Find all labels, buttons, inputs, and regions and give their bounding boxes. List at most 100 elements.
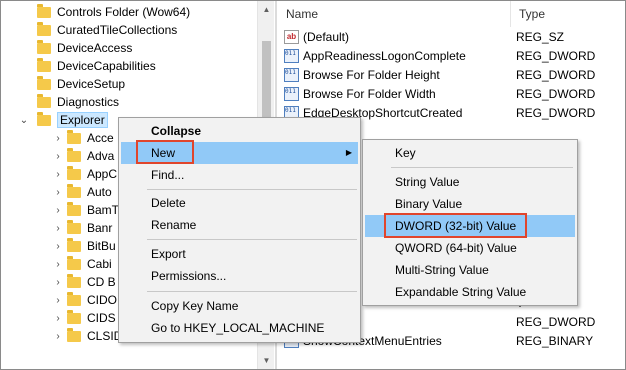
value-name-cell: 011 110 Browse For Folder Width — [284, 86, 436, 101]
menu-item-label: Rename — [151, 218, 197, 232]
menu-separator — [391, 167, 573, 168]
value-type: REG_DWORD — [516, 67, 596, 82]
tree-item-child[interactable]: › CLSID — [53, 327, 122, 345]
menu-item-rename[interactable]: Rename — [121, 214, 358, 236]
column-header-type[interactable]: Type — [510, 1, 624, 27]
chevron-right-icon[interactable]: › — [53, 277, 63, 288]
menu-separator — [147, 239, 357, 240]
chevron-right-icon[interactable]: › — [53, 187, 63, 198]
menu-item-label: Expandable String Value — [395, 285, 527, 299]
tree-item-controls-folder-wow64[interactable]: Controls Folder (Wow64) — [37, 3, 190, 21]
tree-item-child[interactable]: › AppC — [53, 165, 117, 183]
value-row[interactable]: ab (Default) REG_SZ — [278, 27, 624, 46]
tree-item-label: DeviceCapabilities — [57, 59, 156, 73]
tree-item-child[interactable]: › Banr — [53, 219, 112, 237]
chevron-right-icon[interactable]: › — [53, 241, 63, 252]
folder-icon — [67, 291, 81, 306]
folder-icon — [67, 129, 81, 144]
submenu-item-multi-string-value[interactable]: Multi-String Value — [365, 259, 575, 281]
value-name: Browse For Folder Width — [303, 86, 436, 101]
chevron-right-icon[interactable]: › — [53, 313, 63, 324]
tree-item-child[interactable]: › BitBu — [53, 237, 116, 255]
chevron-right-icon[interactable]: › — [53, 295, 63, 306]
value-name-cell: 011 110 AppReadinessLogonComplete — [284, 48, 466, 63]
folder-icon — [67, 309, 81, 324]
folder-icon — [67, 255, 81, 270]
column-header-name[interactable]: Name — [278, 1, 510, 27]
menu-item-label: Multi-String Value — [395, 263, 489, 277]
folder-icon — [37, 111, 51, 126]
tree-item-devicesetup[interactable]: DeviceSetup — [37, 75, 125, 93]
tree-item-child[interactable]: › Acce — [53, 129, 114, 147]
submenu-item-binary-value[interactable]: Binary Value — [365, 193, 575, 215]
folder-icon — [67, 219, 81, 234]
chevron-right-icon[interactable]: › — [53, 205, 63, 216]
chevron-down-icon[interactable]: ⌄ — [19, 115, 29, 126]
tree-item-label: BitBu — [87, 239, 116, 253]
tree-item-explorer[interactable]: Explorer — [37, 111, 108, 129]
folder-icon — [37, 57, 51, 72]
menu-item-label: Collapse — [151, 124, 202, 138]
menu-item-label: Export — [151, 247, 186, 261]
chevron-right-icon[interactable]: › — [53, 331, 63, 342]
tree-item-label: Banr — [87, 221, 113, 235]
chevron-right-icon[interactable]: › — [53, 151, 63, 162]
tree-item-child[interactable]: › Auto — [53, 183, 112, 201]
tree-item-deviceaccess[interactable]: DeviceAccess — [37, 39, 132, 57]
menu-item-delete[interactable]: Delete — [121, 192, 358, 214]
expander-explorer[interactable]: ⌄ — [19, 111, 29, 129]
menu-item-go-to-hklm[interactable]: Go to HKEY_LOCAL_MACHINE — [121, 317, 358, 339]
menu-item-label: Find... — [151, 168, 185, 182]
chevron-right-icon[interactable]: › — [53, 133, 63, 144]
submenu-item-expandable-string-value[interactable]: Expandable String Value — [365, 281, 575, 303]
menu-separator — [147, 189, 357, 190]
menu-item-copy-key-name[interactable]: Copy Key Name — [121, 295, 358, 317]
scroll-down-arrow-icon[interactable]: ▼ — [258, 352, 275, 369]
value-row[interactable]: 011 110 AppReadinessLogonComplete REG_DWOR… — [278, 46, 624, 65]
value-type: REG_DWORD — [516, 48, 596, 63]
tree-item-devicecapabilities[interactable]: DeviceCapabilities — [37, 57, 156, 75]
scroll-up-arrow-icon[interactable]: ▲ — [258, 1, 275, 18]
submenu-item-string-value[interactable]: String Value — [365, 171, 575, 193]
value-name-cell: 011 110 Browse For Folder Height — [284, 67, 440, 82]
folder-icon — [37, 3, 51, 18]
tree-item-label: Adva — [87, 149, 115, 163]
annotation-highlight-dword — [384, 213, 527, 238]
folder-icon — [67, 183, 81, 198]
tree-item-label: Controls Folder (Wow64) — [57, 5, 191, 19]
menu-item-collapse[interactable]: Collapse — [121, 120, 358, 142]
tree-item-child[interactable]: › Adva — [53, 147, 114, 165]
folder-icon — [67, 237, 81, 252]
tree-item-diagnostics[interactable]: Diagnostics — [37, 93, 119, 111]
chevron-right-icon[interactable]: › — [53, 169, 63, 180]
tree-item-child[interactable]: › CD B — [53, 273, 116, 291]
menu-item-permissions[interactable]: Permissions... — [121, 265, 358, 287]
folder-icon — [37, 75, 51, 90]
value-row[interactable]: 011 110 Browse For Folder Width REG_DWORD — [278, 84, 624, 103]
tree-item-label: AppC — [87, 167, 118, 181]
tree-item-curatedtilecollections[interactable]: CuratedTileCollections — [37, 21, 177, 39]
value-type: REG_DWORD — [516, 86, 596, 101]
chevron-right-icon: ▶ — [345, 148, 352, 157]
value-row[interactable]: 011 110 Browse For Folder Height REG_DWORD — [278, 65, 624, 84]
binary-value-icon: 011 110 — [284, 67, 299, 82]
menu-item-label: QWORD (64-bit) Value — [395, 241, 517, 255]
value-type: REG_DWORD — [516, 105, 596, 120]
chevron-right-icon[interactable]: › — [53, 259, 63, 270]
tree-item-label: CuratedTileCollections — [57, 23, 178, 37]
menu-item-label: String Value — [395, 175, 460, 189]
tree-item-child[interactable]: › Cabi — [53, 255, 112, 273]
tree-item-child[interactable]: › BamT — [53, 201, 119, 219]
submenu-item-qword-value[interactable]: QWORD (64-bit) Value — [365, 237, 575, 259]
submenu-item-key[interactable]: Key — [365, 142, 575, 164]
folder-icon — [67, 201, 81, 216]
menu-item-find[interactable]: Find... — [121, 164, 358, 186]
menu-item-export[interactable]: Export — [121, 243, 358, 265]
value-type: REG_SZ — [516, 29, 565, 44]
chevron-right-icon[interactable]: › — [53, 223, 63, 234]
tree-item-child[interactable]: › CIDS — [53, 309, 116, 327]
tree-item-child[interactable]: › CIDO — [53, 291, 117, 309]
folder-icon — [67, 165, 81, 180]
tree-item-label: BamT — [87, 203, 120, 217]
menu-item-label: Delete — [151, 196, 186, 210]
